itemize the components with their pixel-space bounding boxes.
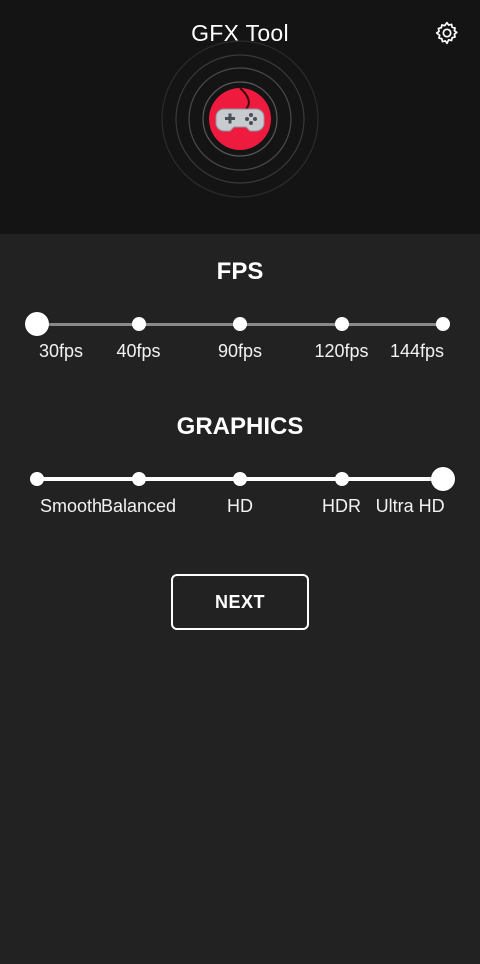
- fps-option-90-dot[interactable]: [233, 317, 247, 331]
- graphics-option-smooth-dot[interactable]: [30, 472, 44, 486]
- fps-slider[interactable]: 30fps 40fps 90fps 120fps 144fps: [25, 309, 450, 361]
- fps-option-label: 40fps: [116, 341, 161, 361]
- graphics-option-balanced-dot[interactable]: [131, 472, 146, 486]
- graphics-option-label: HD: [227, 496, 253, 516]
- fps-title: FPS: [216, 258, 264, 285]
- fps-option-144-dot[interactable]: [436, 317, 450, 331]
- fps-option-label: 30fps: [38, 341, 84, 361]
- fps-option-label: 120fps: [314, 341, 369, 361]
- main-panel: FPS 30fps 40fps 90fps 120fps 144fps GRAP…: [0, 234, 480, 964]
- fps-option-120-dot[interactable]: [334, 317, 349, 331]
- graphics-option-label: Balanced: [100, 496, 177, 516]
- graphics-option-hdr-dot[interactable]: [334, 472, 349, 486]
- graphics-option-label: Smooth: [39, 496, 103, 516]
- graphics-title: GRAPHICS: [176, 413, 304, 440]
- graphics-slider[interactable]: Smooth Balanced HD HDR Ultra HD: [30, 464, 455, 516]
- gear-icon[interactable]: [434, 20, 460, 46]
- app-header: GFX Tool: [0, 0, 480, 234]
- fps-option-40-dot[interactable]: [131, 317, 146, 331]
- fps-option-label: 144fps: [389, 341, 445, 361]
- fps-option-30-dot[interactable]: [25, 312, 49, 336]
- graphics-option-label: Ultra HD: [375, 496, 445, 516]
- graphics-option-hd-dot[interactable]: [233, 472, 247, 486]
- next-button[interactable]: NEXT: [171, 574, 309, 630]
- graphics-option-label: HDR: [322, 496, 361, 516]
- fps-option-label: 90fps: [217, 341, 263, 361]
- graphics-option-ultra-hd-dot[interactable]: [431, 467, 455, 491]
- app-logo: [161, 40, 319, 198]
